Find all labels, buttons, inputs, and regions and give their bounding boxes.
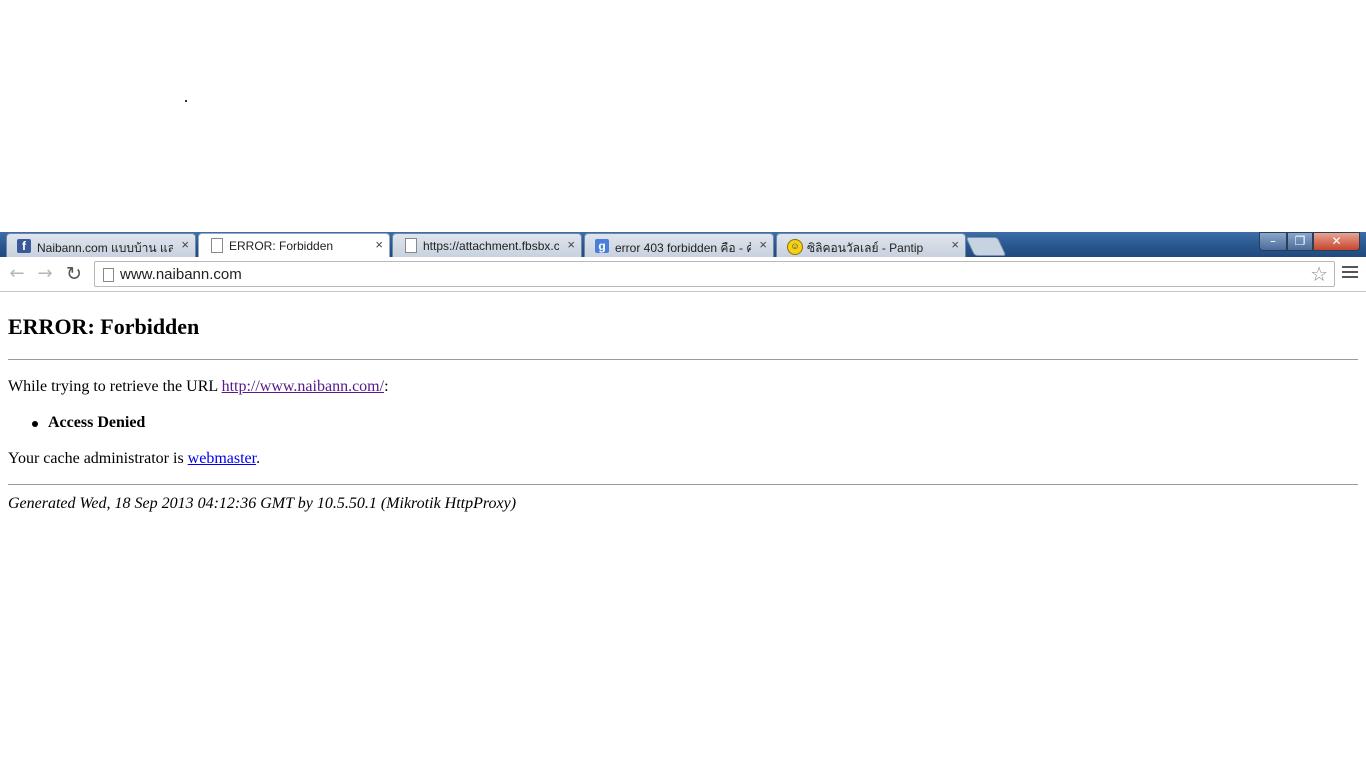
divider xyxy=(8,484,1358,485)
retrieve-suffix: : xyxy=(384,378,389,395)
admin-prefix: Your cache administrator is xyxy=(8,450,188,467)
tab-error-forbidden[interactable]: ERROR: Forbidden × xyxy=(198,233,390,257)
tab-close-icon[interactable]: × xyxy=(759,237,767,252)
back-arrow-icon[interactable]: ← xyxy=(6,263,28,285)
retrieve-message: While trying to retrieve the URL http://… xyxy=(8,378,389,396)
retrieve-prefix: While trying to retrieve the URL xyxy=(8,378,222,395)
tab-title: ERROR: Forbidden xyxy=(229,239,334,253)
tab-google-search[interactable]: g error 403 forbidden คือ - ค้ × xyxy=(584,233,774,257)
maximize-button[interactable]: ❐ xyxy=(1287,232,1313,251)
facebook-icon: f xyxy=(17,239,31,253)
close-window-button[interactable]: ✕ xyxy=(1313,232,1360,251)
tab-title: error 403 forbidden คือ - ค้ xyxy=(615,241,751,255)
generated-footer: Generated Wed, 18 Sep 2013 04:12:36 GMT … xyxy=(8,495,517,512)
tab-close-icon[interactable]: × xyxy=(951,237,959,252)
tab-naibann-facebook[interactable]: f Naibann.com แบบบ้าน และ × xyxy=(6,233,196,257)
menu-icon[interactable] xyxy=(1342,266,1358,281)
window-controls: – ❐ ✕ xyxy=(1259,232,1360,251)
tab-strip: f Naibann.com แบบบ้าน และ × ERROR: Forbi… xyxy=(0,232,1366,257)
tab-title: Naibann.com แบบบ้าน และ xyxy=(37,241,173,255)
page-icon xyxy=(211,238,223,253)
divider xyxy=(8,359,1358,360)
google-icon: g xyxy=(595,239,609,253)
tab-close-icon[interactable]: × xyxy=(181,237,189,252)
bookmark-star-icon[interactable]: ☆ xyxy=(1310,262,1328,286)
tab-close-icon[interactable]: × xyxy=(567,237,575,252)
address-text[interactable]: www.naibann.com xyxy=(120,266,242,283)
pantip-icon: ☺ xyxy=(787,239,803,255)
new-tab-button[interactable] xyxy=(965,237,1007,256)
tab-close-icon[interactable]: × xyxy=(375,237,383,252)
access-denied-text: Access Denied xyxy=(48,414,146,431)
url-link[interactable]: http://www.naibann.com/ xyxy=(222,378,385,395)
stray-dot xyxy=(185,100,187,102)
address-bar[interactable]: www.naibann.com ☆ xyxy=(94,261,1335,287)
browser-toolbar: ← → ↻ www.naibann.com ☆ xyxy=(0,257,1366,292)
tab-pantip[interactable]: ☺ ซิลิคอนวัลเลย์ - Pantip × xyxy=(776,233,966,257)
forward-arrow-icon[interactable]: → xyxy=(34,263,56,285)
admin-suffix: . xyxy=(256,450,261,467)
blank-area xyxy=(0,0,1366,232)
page-content: ERROR: Forbidden While trying to retriev… xyxy=(8,293,1358,512)
page-title: ERROR: Forbidden xyxy=(8,314,200,339)
reload-icon[interactable]: ↻ xyxy=(63,263,85,285)
minimize-button[interactable]: – xyxy=(1259,232,1287,251)
page-icon xyxy=(405,238,417,253)
admin-message: Your cache administrator is webmaster. xyxy=(8,450,260,468)
webmaster-link[interactable]: webmaster xyxy=(188,450,256,467)
tab-title: ซิลิคอนวัลเลย์ - Pantip xyxy=(807,241,924,255)
tab-attachment[interactable]: https://attachment.fbsbx.c × xyxy=(392,233,582,257)
tab-title: https://attachment.fbsbx.c xyxy=(423,239,559,253)
page-icon xyxy=(103,268,114,282)
bullet-icon xyxy=(32,421,38,427)
